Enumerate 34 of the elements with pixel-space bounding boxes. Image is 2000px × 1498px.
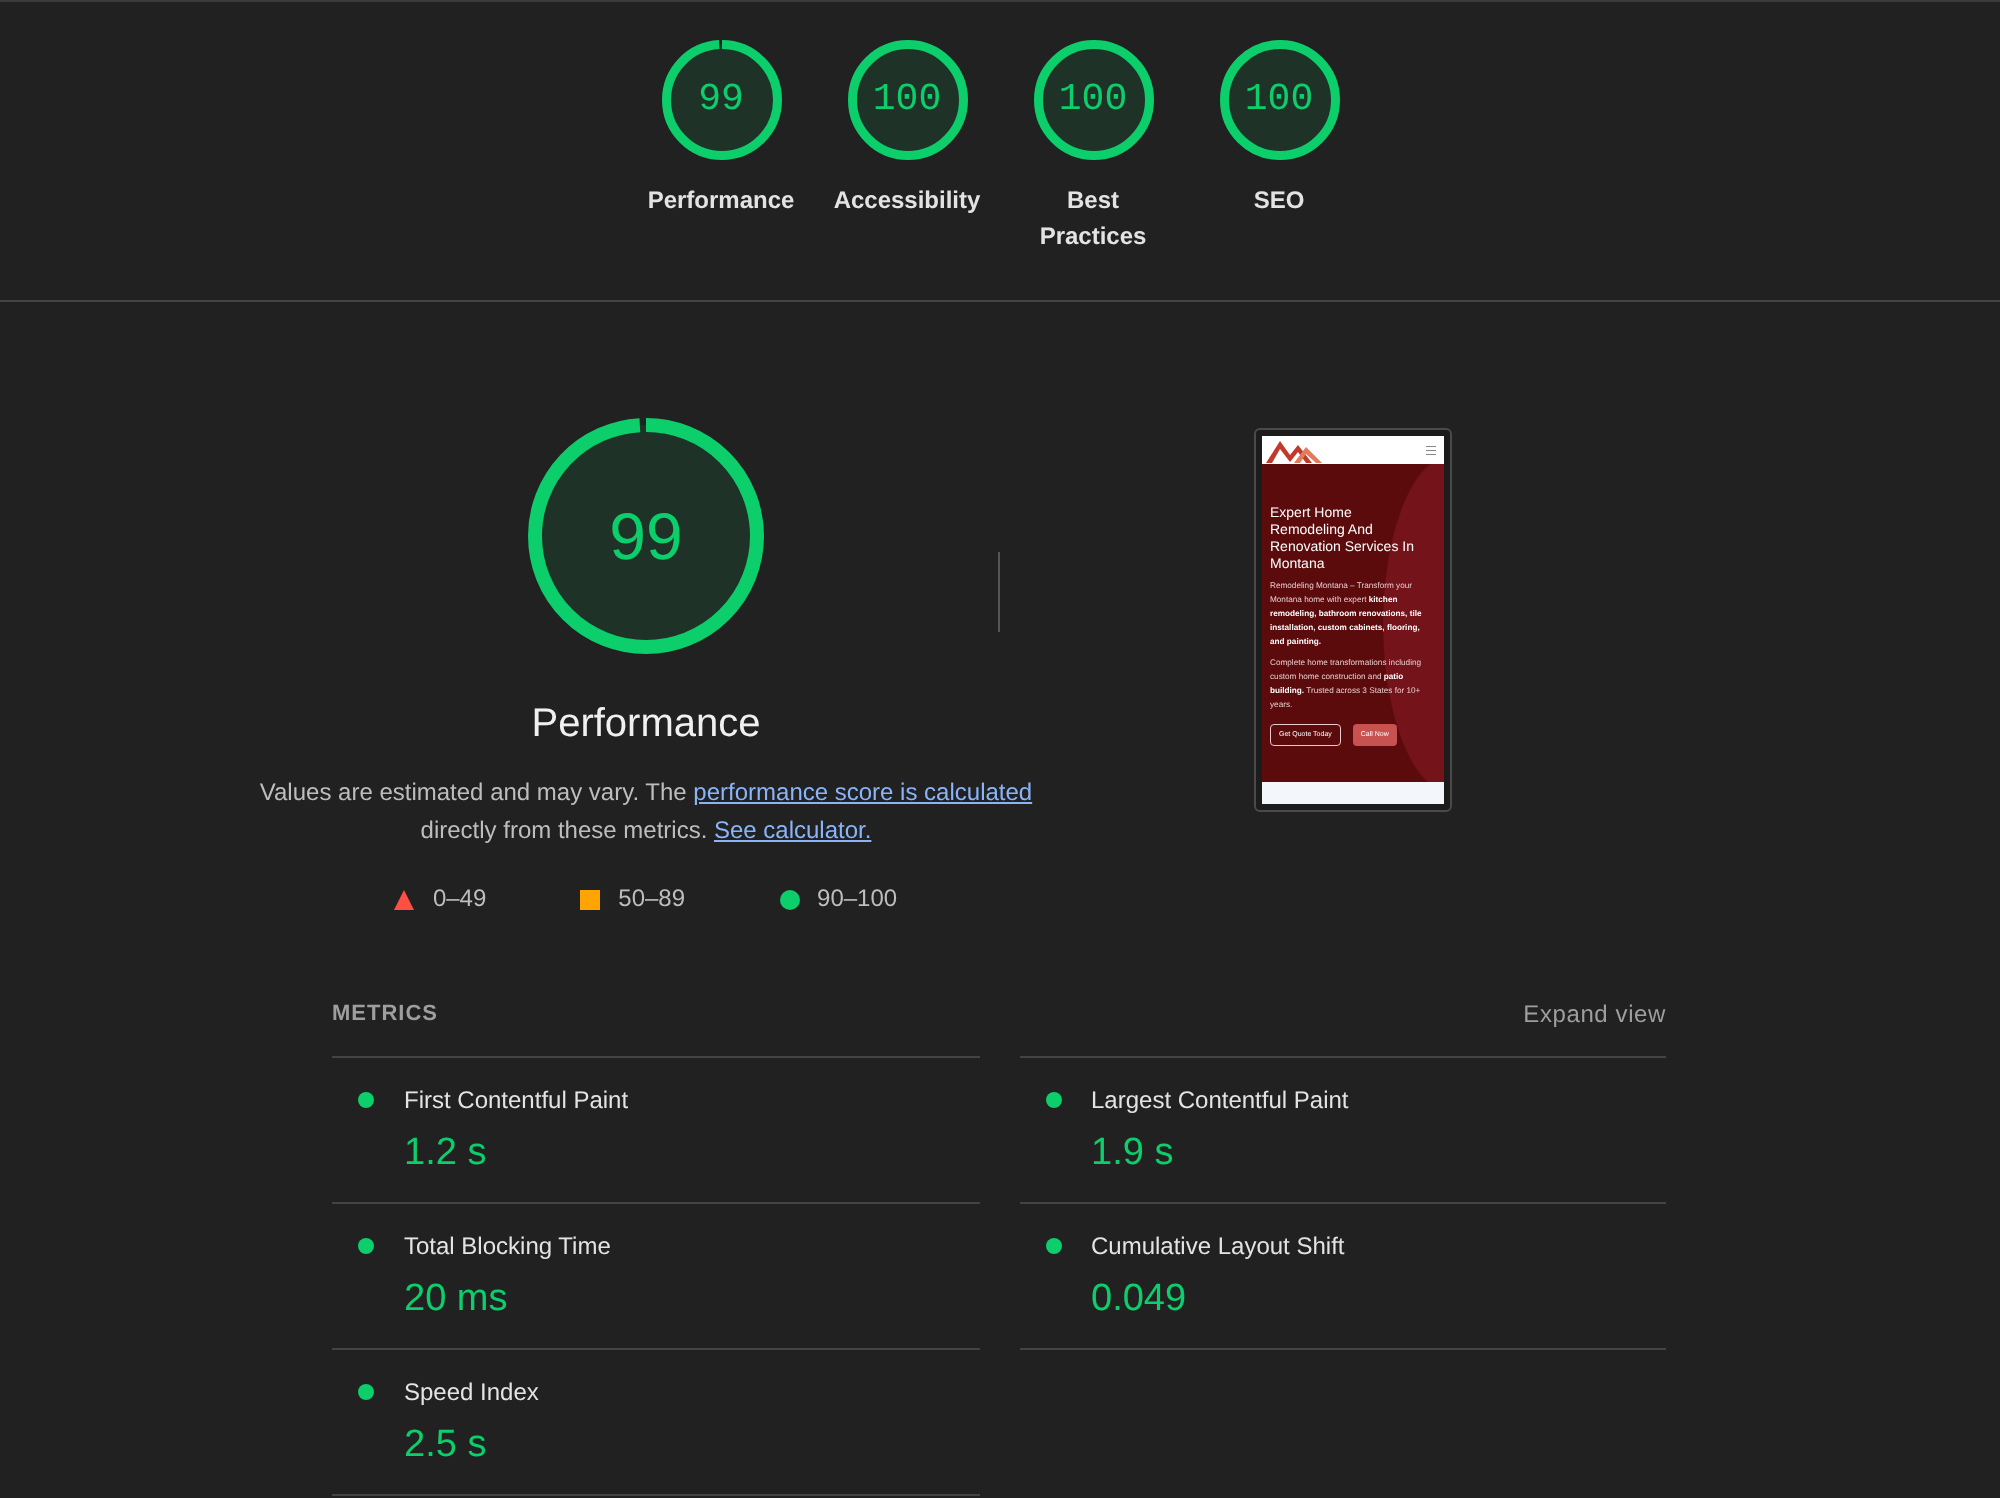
category-label[interactable]: Performance — [643, 182, 799, 218]
status-dot-icon — [358, 1238, 374, 1254]
metric-value: 1.9 s — [1091, 1130, 1176, 1178]
category-label[interactable]: SEO — [1201, 182, 1357, 218]
category-label[interactable]: Accessibility — [829, 182, 985, 218]
score-value: 100 — [1244, 81, 1314, 119]
legend-range: 90–100 — [817, 882, 898, 916]
metric-value: 2.5 s — [404, 1422, 489, 1470]
metric-value: 20 ms — [404, 1276, 510, 1324]
category-label[interactable]: Best Practices — [1015, 182, 1171, 254]
performance-description: Values are estimated and may vary. The performance score is calculated directly from these metrics. See calculator. — [257, 776, 1035, 848]
score-value: 99 — [609, 503, 683, 569]
metric-name: Speed Index — [404, 1376, 539, 1408]
legend-range: 50–89 — [618, 882, 686, 916]
score-value: 100 — [1058, 81, 1128, 119]
calculator-link[interactable]: See calculator. — [713, 816, 872, 844]
metric-name: First Contentful Paint — [404, 1084, 629, 1116]
metrics-heading: METRICS — [332, 1000, 438, 1030]
status-dot-icon — [358, 1092, 374, 1108]
metric-name: Cumulative Layout Shift — [1091, 1230, 1345, 1262]
metric-value: 0.049 — [1091, 1276, 1189, 1324]
metric-name: Largest Contentful Paint — [1091, 1084, 1349, 1116]
score-value: 100 — [872, 81, 942, 119]
score-calculation-link[interactable]: performance score is calculated — [693, 778, 1033, 806]
metric-value: 1.2 s — [404, 1130, 489, 1178]
status-dot-icon — [358, 1384, 374, 1400]
section-title: Performance — [529, 700, 763, 748]
legend-range: 0–49 — [432, 882, 487, 916]
score-value: 99 — [698, 81, 744, 119]
mountain-logo-icon — [1266, 437, 1322, 463]
status-dot-icon — [1045, 1092, 1061, 1108]
metric-name: Total Blocking Time — [404, 1230, 611, 1262]
status-dot-icon — [1045, 1238, 1061, 1254]
expand-view-button[interactable]: Expand view — [1523, 994, 1666, 1034]
